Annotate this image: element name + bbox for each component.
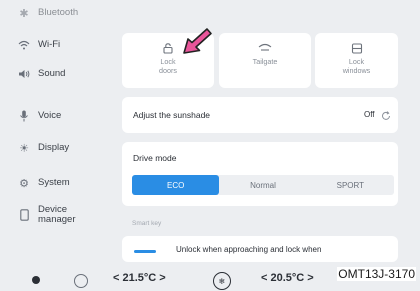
sidebar-item-display[interactable]: ☀ Display <box>0 138 112 158</box>
sidebar-item-sound[interactable]: Sound <box>0 64 112 84</box>
drive-mode-eco[interactable]: ECO <box>132 175 220 195</box>
pointer-arrow-icon <box>183 28 212 54</box>
settings-sidebar: ✱ Bluetooth Wi-Fi Sound Voice ☀ Display … <box>0 0 112 270</box>
sidebar-item-label: Voice <box>38 110 62 121</box>
drive-mode-card: Drive mode <box>122 142 398 206</box>
left-temperature[interactable]: < 21.5°C > <box>113 272 166 284</box>
sidebar-item-label: Device manager <box>38 204 76 225</box>
sunshade-label: Adjust the sunshade <box>133 110 211 120</box>
tailgate-button[interactable]: Tailgate <box>219 33 311 88</box>
speaker-icon <box>17 67 31 81</box>
drive-mode-sport[interactable]: SPORT <box>307 175 394 195</box>
tailgate-icon <box>219 43 311 55</box>
wifi-icon <box>17 38 31 52</box>
climate-icon[interactable]: ❄ <box>213 272 231 290</box>
sidebar-item-system[interactable]: ⚙ System <box>0 173 112 193</box>
sidebar-item-bluetooth[interactable]: ✱ Bluetooth <box>0 3 112 23</box>
sidebar-item-label: Sound <box>38 68 66 79</box>
bluetooth-icon: ✱ <box>19 7 29 20</box>
lock-windows-label: Lock windows <box>342 57 371 75</box>
sidebar-item-label: Bluetooth <box>38 7 79 18</box>
gear-icon: ⚙ <box>19 177 29 190</box>
lock-windows-button[interactable]: Lock windows <box>315 33 398 88</box>
sunshade-row[interactable]: Adjust the sunshade Off <box>122 97 398 133</box>
sidebar-item-wifi[interactable]: Wi-Fi <box>0 35 112 55</box>
smart-key-section-label: Smart key <box>132 220 162 227</box>
sidebar-item-label: Wi-Fi <box>38 39 61 50</box>
brightness-icon: ☀ <box>19 142 29 155</box>
drive-mode-selector: ECO Normal SPORT <box>132 175 394 195</box>
home-icon[interactable] <box>32 276 40 284</box>
refresh-icon <box>381 108 391 126</box>
phone-icon <box>17 208 31 222</box>
smart-key-toggle[interactable] <box>134 250 156 253</box>
sidebar-item-label: System <box>38 177 70 188</box>
sunshade-value: Off <box>364 110 375 119</box>
lock-doors-label: Lock doors <box>159 57 177 75</box>
sidebar-item-label: Display <box>38 142 70 153</box>
sidebar-item-voice[interactable]: Voice <box>0 106 112 126</box>
fan-icon[interactable] <box>74 274 88 288</box>
tailgate-label: Tailgate <box>252 57 278 66</box>
window-lock-icon <box>315 43 398 55</box>
smart-key-option-text: Unlock when approaching and lock when <box>176 245 322 254</box>
microphone-icon <box>17 109 31 123</box>
figure-code: OMT13J-3170 <box>337 267 416 281</box>
right-temperature[interactable]: < 20.5°C > <box>261 272 314 284</box>
drive-mode-normal[interactable]: Normal <box>219 175 306 195</box>
sidebar-item-device-manager[interactable]: Device manager <box>0 203 112 227</box>
drive-mode-label: Drive mode <box>133 153 177 163</box>
